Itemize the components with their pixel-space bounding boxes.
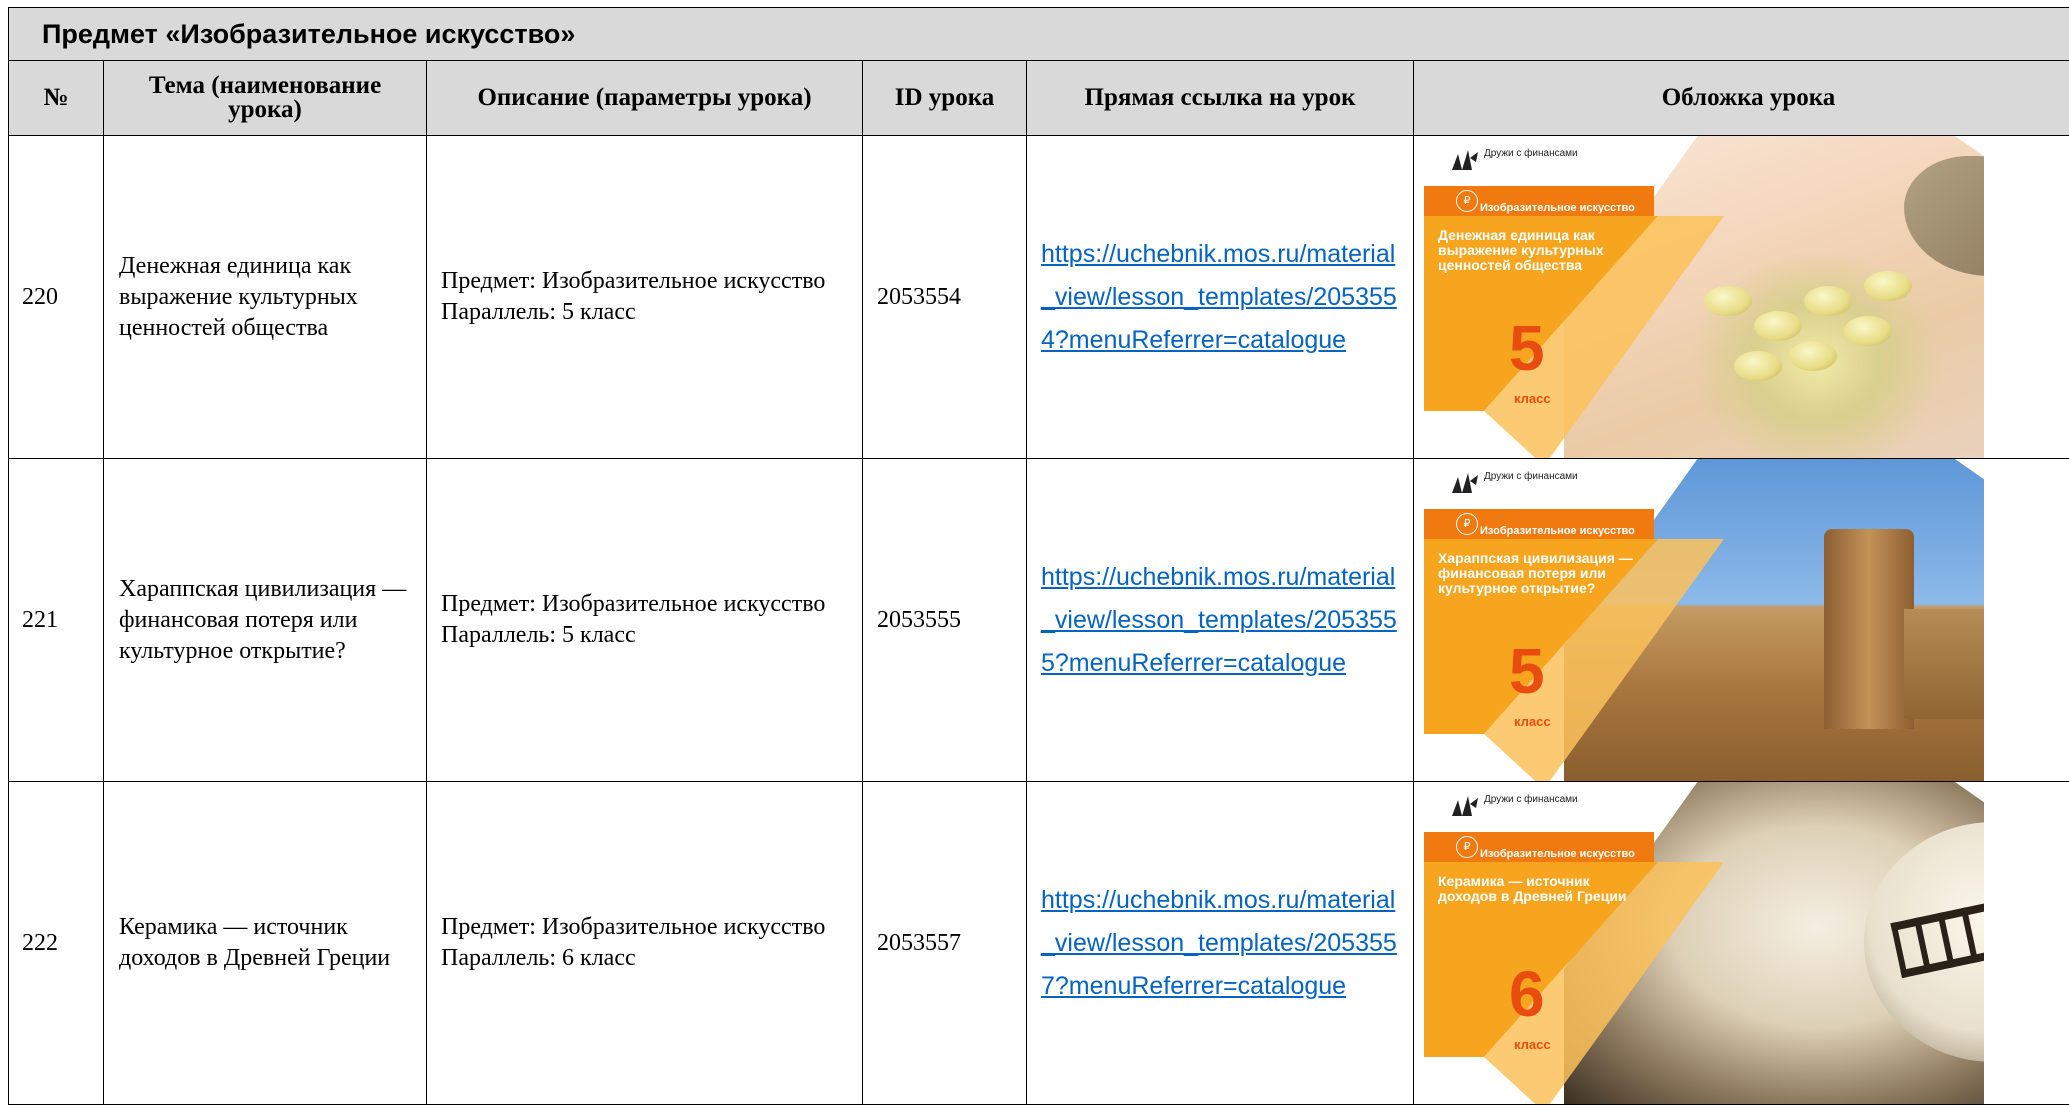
- column-header-cover: Обложка урока: [1414, 61, 2069, 136]
- column-header-link: Прямая ссылка на урок: [1027, 61, 1414, 136]
- lesson-cover-cell: Дружи с финансами ₽ Изобразительное иску…: [1414, 459, 2069, 782]
- lesson-id: 2053554: [863, 136, 1027, 459]
- description-subject: Предмет: Изобразительное искусство: [441, 589, 862, 620]
- cover-grade-label: класс: [1514, 706, 1551, 737]
- table-row: 220 Денежная единица как выражение культ…: [9, 136, 2069, 459]
- cover-logo-text: Дружи с финансами: [1484, 471, 1578, 482]
- description-subject: Предмет: Изобразительное искусство: [441, 266, 862, 297]
- lesson-topic: Денежная единица как выражение культурны…: [104, 136, 427, 459]
- lesson-link-cell: https://uchebnik.mos.ru/material_view/le…: [1027, 136, 1414, 459]
- lesson-topic: Хараппская цивилизация — финансовая поте…: [104, 459, 427, 782]
- description-grade: Параллель: 5 класс: [441, 620, 862, 651]
- coin-icon: ₽: [1456, 836, 1478, 858]
- lesson-id: 2053555: [863, 459, 1027, 782]
- column-header-topic: Тема (наименованиеурока): [104, 61, 427, 136]
- lesson-description: Предмет: Изобразительное искусство Парал…: [427, 459, 863, 782]
- coin-icon: ₽: [1456, 190, 1478, 212]
- description-subject: Предмет: Изобразительное искусство: [441, 912, 862, 943]
- column-header-number: №: [9, 61, 104, 136]
- cover-grade-number: 5: [1509, 639, 1545, 703]
- lessons-document: Предмет «Изобразительное искусство» № Те…: [8, 7, 2069, 1104]
- lesson-link[interactable]: https://uchebnik.mos.ru/material_view/le…: [1041, 563, 1397, 677]
- lesson-cover-cell: Дружи с финансами ₽ Изобразительное иску…: [1414, 782, 2069, 1105]
- column-header-description: Описание (параметры урока): [427, 61, 863, 136]
- money-bag-icon: [1904, 156, 1984, 276]
- coin-icon: ₽: [1456, 513, 1478, 535]
- logo-icon: [1450, 148, 1480, 172]
- cover-title: Денежная единица как выражение культурны…: [1438, 228, 1638, 273]
- lesson-link-cell: https://uchebnik.mos.ru/material_view/le…: [1027, 782, 1414, 1105]
- cover-grade-number: 6: [1509, 962, 1545, 1026]
- column-header-id: ID урока: [863, 61, 1027, 136]
- cover-grade-label: класс: [1514, 383, 1551, 414]
- cover-logo-text: Дружи с финансами: [1484, 794, 1578, 805]
- lesson-cover-image: Дружи с финансами ₽ Изобразительное иску…: [1414, 459, 1984, 781]
- cover-logo-text: Дружи с финансами: [1484, 148, 1578, 159]
- cover-title: Хараппская цивилизация — финансовая поте…: [1438, 551, 1638, 596]
- description-grade: Параллель: 5 класс: [441, 297, 862, 328]
- lesson-description: Предмет: Изобразительное искусство Парал…: [427, 782, 863, 1105]
- cover-subject-band: Изобразительное искусство: [1480, 839, 1635, 870]
- description-grade: Параллель: 6 класс: [441, 943, 862, 974]
- table-row: 222 Керамика — источник доходов в Древне…: [9, 782, 2069, 1105]
- lesson-cover-image: Дружи с финансами ₽ Изобразительное иску…: [1414, 782, 1984, 1104]
- lesson-link[interactable]: https://uchebnik.mos.ru/material_view/le…: [1041, 886, 1397, 1000]
- lesson-topic: Керамика — источник доходов в Древней Гр…: [104, 782, 427, 1105]
- logo-icon: [1450, 794, 1480, 818]
- lessons-table: Предмет «Изобразительное искусство» № Те…: [8, 7, 2069, 1105]
- subject-row: Предмет «Изобразительное искусство»: [9, 8, 2069, 61]
- lesson-id: 2053557: [863, 782, 1027, 1105]
- lesson-number: 221: [9, 459, 104, 782]
- lesson-link[interactable]: https://uchebnik.mos.ru/material_view/le…: [1041, 240, 1397, 354]
- lesson-link-cell: https://uchebnik.mos.ru/material_view/le…: [1027, 459, 1414, 782]
- lesson-number: 222: [9, 782, 104, 1105]
- lesson-description: Предмет: Изобразительное искусство Парал…: [427, 136, 863, 459]
- cover-title: Керамика — источник доходов в Древней Гр…: [1438, 874, 1638, 904]
- lesson-number: 220: [9, 136, 104, 459]
- cover-subject-band: Изобразительное искусство: [1480, 516, 1635, 547]
- cover-grade-number: 5: [1509, 316, 1545, 380]
- header-row: № Тема (наименованиеурока) Описание (пар…: [9, 61, 2069, 136]
- logo-icon: [1450, 471, 1480, 495]
- cover-subject-band: Изобразительное искусство: [1480, 193, 1635, 224]
- lesson-cover-cell: Дружи с финансами ₽ Изобразительное иску…: [1414, 136, 2069, 459]
- table-row: 221 Хараппская цивилизация — финансовая …: [9, 459, 2069, 782]
- cover-grade-label: класс: [1514, 1029, 1551, 1060]
- subject-title: Предмет «Изобразительное искусство»: [9, 8, 2069, 61]
- lesson-cover-image: Дружи с финансами ₽ Изобразительное иску…: [1414, 136, 1984, 458]
